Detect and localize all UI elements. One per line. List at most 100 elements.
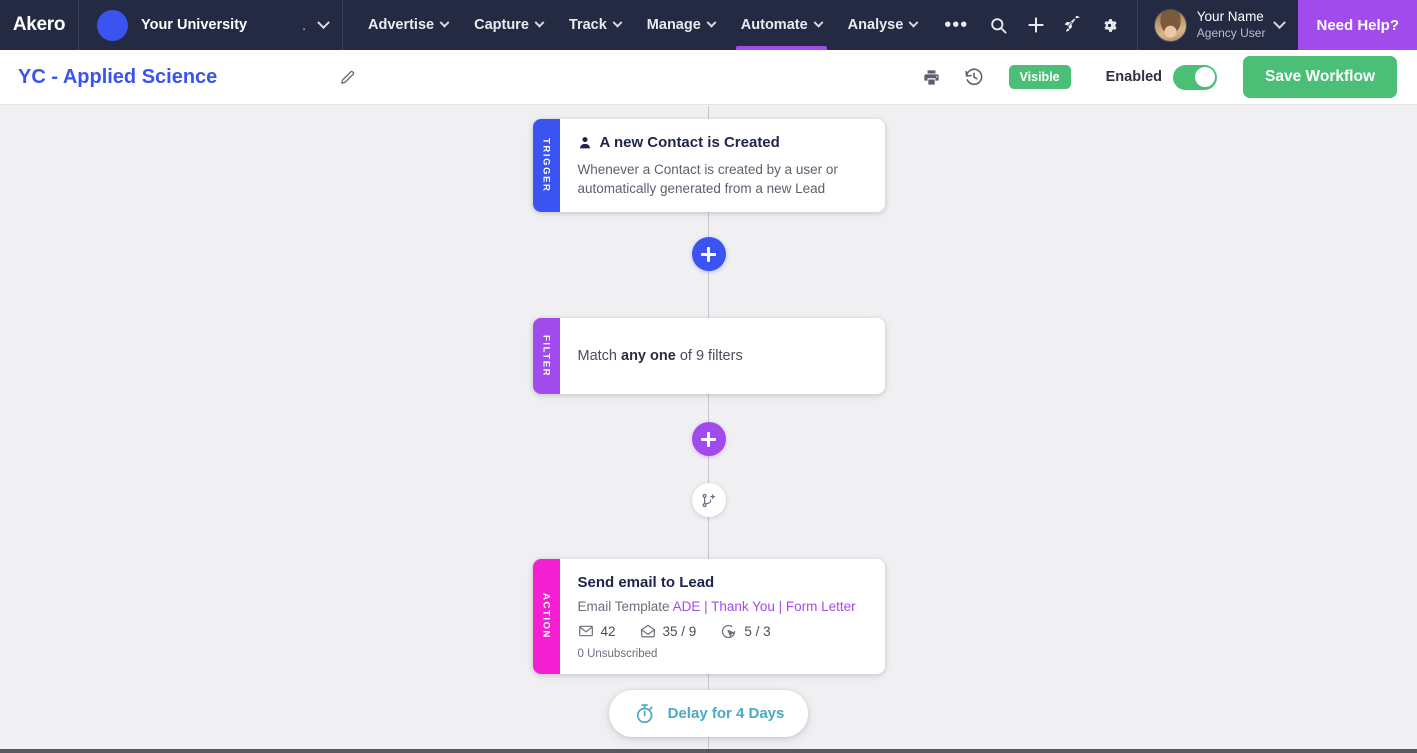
user-info: Your Name Agency User (1197, 9, 1266, 41)
organisation-name: Your University (141, 17, 248, 33)
person-icon (579, 137, 590, 149)
user-name: Your Name (1196, 9, 1264, 25)
nav-item-track[interactable]: Track (556, 0, 634, 50)
workflow-node-trigger[interactable]: TRIGGER A new Contact is Created Wheneve… (532, 119, 885, 212)
action-unsubscribed: 0 Unsubscribed (577, 647, 658, 660)
action-template-label: Email Template (577, 598, 673, 614)
add-branch-button[interactable] (691, 483, 726, 517)
need-help-button[interactable]: Need Help? (1298, 0, 1417, 50)
nav-label-advertise: Advertise (368, 17, 435, 33)
nav-item-advertise[interactable]: Advertise (355, 0, 461, 50)
filter-card-body: Match any one of 9 filters (560, 318, 885, 394)
chevron-down-icon (1273, 15, 1287, 29)
delay-node-wrap[interactable]: Delay for 4 Days (608, 690, 809, 737)
page-title: YC - Applied Science (18, 65, 218, 88)
delay-node-label: Delay for 4 Days (667, 705, 785, 722)
action-card-tab: ACTION (532, 559, 560, 674)
filter-card-text: Match any one of 9 filters (578, 346, 743, 366)
filter-text-suffix: of 9 filters (675, 347, 743, 364)
save-workflow-button[interactable]: Save Workflow (1243, 56, 1397, 98)
nav-item-capture[interactable]: Capture (461, 0, 556, 50)
chevron-down-icon (439, 17, 450, 28)
nav-label-analyse: Analyse (847, 17, 904, 33)
trigger-card-description: Whenever a Contact is created by a user … (577, 161, 838, 196)
filter-card[interactable]: FILTER Match any one of 9 filters (532, 318, 885, 394)
trigger-card-body: A new Contact is Created Whenever a Cont… (560, 119, 885, 212)
chevron-down-icon (612, 17, 623, 28)
plus-icon (701, 431, 716, 447)
workflow-header-bar: YC - Applied Science Visible Enabled Sav… (0, 50, 1417, 105)
plus-icon (701, 246, 716, 262)
enabled-toggle[interactable] (1173, 64, 1218, 90)
status-badge[interactable]: Visible (1008, 65, 1071, 89)
filter-text-bold: any one (621, 347, 676, 364)
workflow-canvas[interactable]: TRIGGER A new Contact is Created Wheneve… (0, 106, 1417, 753)
nav-label-automate: Automate (740, 17, 808, 33)
nav-item-automate[interactable]: Automate (728, 0, 835, 50)
action-card-body: Send email to Lead Email Template ADE | … (560, 559, 885, 674)
user-role: Agency User (1196, 25, 1266, 40)
nav-item-manage[interactable]: Manage (634, 0, 728, 50)
add-step-button-purple[interactable] (691, 422, 726, 456)
add-step-button-blue[interactable] (691, 237, 726, 271)
filter-card-tab: FILTER (532, 318, 560, 394)
trigger-tab-label: TRIGGER (540, 138, 552, 193)
stat-clicks: 5 / 3 (720, 623, 771, 640)
toggle-knob (1194, 67, 1215, 87)
trigger-card-title: A new Contact is Created (599, 134, 780, 151)
branch-add-icon (702, 493, 716, 507)
stat-emails-opened: 35 / 9 (640, 623, 697, 639)
avatar (1153, 8, 1187, 42)
envelope-sent-icon (578, 625, 593, 637)
action-stats: 42 35 / 9 5 / 3 (578, 623, 869, 640)
top-navigation-bar: Akero Your University . Advertise Captur… (0, 0, 1417, 50)
gear-icon[interactable] (1095, 10, 1125, 40)
trigger-card[interactable]: TRIGGER A new Contact is Created Wheneve… (532, 119, 885, 212)
action-card-title: Send email to Lead (577, 574, 715, 591)
delay-node[interactable]: Delay for 4 Days (608, 690, 809, 737)
envelope-open-icon (640, 624, 655, 638)
stat-emails-opened-value: 35 / 9 (662, 623, 697, 639)
plus-icon[interactable] (1021, 10, 1051, 40)
nav-overflow-menu-icon[interactable]: ••• (930, 0, 982, 50)
chevron-down-icon (706, 17, 717, 28)
nav-item-analyse[interactable]: Analyse (835, 0, 931, 50)
nav-label-track: Track (568, 17, 607, 33)
user-menu[interactable]: Your Name Agency User (1136, 0, 1299, 50)
trigger-card-title-row: A new Contact is Created (578, 133, 869, 153)
organisation-switcher[interactable]: Your University . (79, 0, 343, 50)
akero-logo[interactable]: Akero (0, 0, 79, 50)
action-template-link[interactable]: ADE | Thank You | Form Letter (673, 599, 856, 614)
workflow-node-filter[interactable]: FILTER Match any one of 9 filters (532, 318, 885, 394)
nav-icon-group (984, 0, 1137, 50)
chevron-down-icon (813, 17, 824, 28)
nav-label-manage: Manage (646, 17, 701, 33)
action-card[interactable]: ACTION Send email to Lead Email Template… (532, 559, 885, 674)
enabled-label: Enabled (1105, 69, 1163, 85)
add-step-button-blue-wrap[interactable] (691, 237, 726, 271)
search-icon[interactable] (984, 10, 1014, 40)
organisation-subtext: . (302, 17, 306, 33)
filter-text-prefix: Match (577, 347, 622, 364)
chevron-down-icon (534, 17, 545, 28)
printer-icon[interactable] (911, 60, 953, 94)
trigger-card-tab: TRIGGER (532, 119, 560, 212)
stat-clicks-value: 5 / 3 (744, 623, 771, 639)
add-step-button-purple-wrap[interactable] (691, 422, 726, 456)
workflow-node-action[interactable]: ACTION Send email to Lead Email Template… (532, 559, 885, 674)
main-menu: Advertise Capture Track Manage Automate … (343, 0, 982, 50)
stat-emails-sent: 42 (578, 623, 616, 639)
rocket-icon[interactable] (1058, 10, 1088, 40)
add-branch-button-wrap[interactable] (691, 483, 726, 517)
click-cursor-icon (722, 624, 736, 638)
chevron-down-icon (908, 17, 919, 28)
stat-emails-sent-value: 42 (600, 623, 616, 639)
workflow-actions: Visible Enabled Save Workflow (911, 56, 1397, 98)
pencil-icon[interactable] (339, 69, 356, 86)
history-icon[interactable] (953, 60, 995, 94)
organisation-avatar (97, 9, 128, 41)
stopwatch-icon (636, 704, 653, 724)
filter-tab-label: FILTER (540, 334, 552, 378)
chevron-down-icon (317, 15, 330, 29)
action-template-line: Email Template ADE | Thank You | Form Le… (578, 599, 869, 614)
